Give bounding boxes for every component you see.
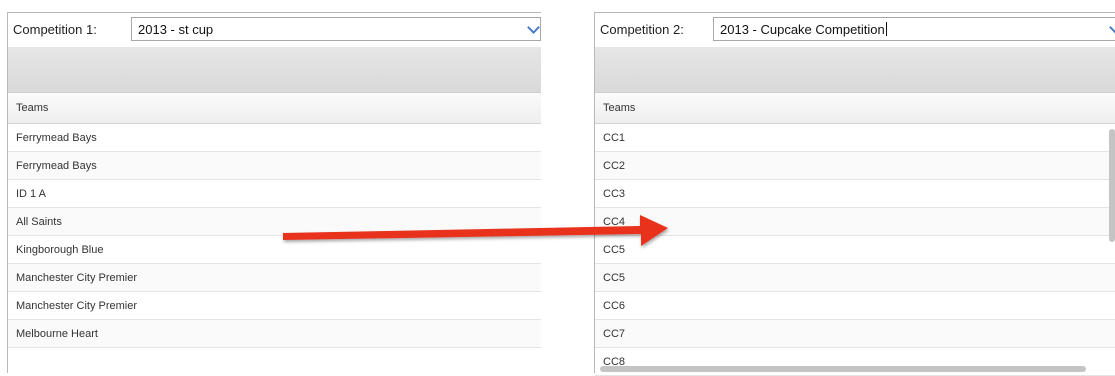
team-row[interactable]: CC2 <box>595 152 1115 180</box>
team-name: Ferrymead Bays <box>16 160 97 172</box>
competition-2-panel: Competition 2: 2013 - Cupcake Competitio… <box>594 12 1115 376</box>
text-cursor <box>885 22 887 36</box>
team-row[interactable]: CC1 <box>595 124 1115 152</box>
team-name: CC2 <box>603 160 626 172</box>
team-name: Kingborough Blue <box>16 244 104 256</box>
team-name: Manchester City Premier <box>16 300 138 312</box>
team-row[interactable]: CC5 <box>595 236 1115 264</box>
team-row[interactable]: Ferrymead Bays <box>8 124 541 152</box>
competition-1-panel: Competition 1: 2013 - st cup Teams Ferry… <box>7 12 541 373</box>
teams-header-label: Teams <box>603 102 636 114</box>
competition-2-label: Competition 2: <box>600 22 684 37</box>
competition-2-dropdown[interactable]: 2013 - Cupcake Competition <box>713 17 1115 41</box>
team-row[interactable]: CC4 <box>595 208 1115 236</box>
teams-column-header[interactable]: Teams <box>595 93 1115 124</box>
team-name: Manchester City Premier <box>16 272 138 284</box>
team-name: CC5 <box>603 244 626 256</box>
teams-list: CC1 CC2 CC3 CC4 CC5 CC5 CC6 CC7 CC8 <box>595 124 1115 376</box>
competition-1-selected-value: 2013 - st cup <box>138 22 214 37</box>
team-row[interactable]: Ferrymead Bays <box>8 152 541 180</box>
team-row[interactable]: CC6 <box>595 292 1115 320</box>
team-row[interactable]: All Saints <box>8 208 541 236</box>
toolbar-band <box>8 47 541 93</box>
team-name: Ferrymead Bays <box>16 132 97 144</box>
teams-header-label: Teams <box>16 102 49 114</box>
team-name: CC5 <box>603 272 626 284</box>
team-row[interactable]: Melbourne Heart <box>8 320 541 348</box>
competition-1-selector-row: Competition 1: 2013 - st cup <box>8 13 541 47</box>
team-name: CC1 <box>603 132 626 144</box>
team-name: Melbourne Heart <box>16 328 98 340</box>
team-name: CC7 <box>603 328 626 340</box>
chevron-down-icon[interactable] <box>1108 18 1115 40</box>
competition-1-label: Competition 1: <box>13 22 97 37</box>
team-row[interactable]: Kingborough Blue <box>8 236 541 264</box>
team-row[interactable]: CC7 <box>595 320 1115 348</box>
competition-2-selected-value: 2013 - Cupcake Competition <box>720 22 887 37</box>
team-name: CC3 <box>603 188 626 200</box>
team-name: All Saints <box>16 216 62 228</box>
team-name: CC6 <box>603 300 626 312</box>
team-row[interactable]: CC5 <box>595 264 1115 292</box>
competition-2-selector-row: Competition 2: 2013 - Cupcake Competitio… <box>595 13 1115 47</box>
team-name: ID 1 A <box>16 188 46 200</box>
competition-1-dropdown[interactable]: 2013 - st cup <box>131 17 541 41</box>
chevron-down-icon[interactable] <box>526 18 540 40</box>
team-name: CC4 <box>603 216 626 228</box>
toolbar-band <box>595 47 1115 93</box>
team-row[interactable]: CC3 <box>595 180 1115 208</box>
vertical-scrollbar[interactable] <box>1109 129 1115 242</box>
team-row[interactable]: Manchester City Premier <box>8 292 541 320</box>
team-row[interactable]: Manchester City Premier <box>8 264 541 292</box>
teams-column-header[interactable]: Teams <box>8 93 541 124</box>
team-row[interactable]: ID 1 A <box>8 180 541 208</box>
teams-list: Ferrymead Bays Ferrymead Bays ID 1 A All Sa… <box>8 124 541 348</box>
horizontal-scrollbar[interactable] <box>600 366 1086 372</box>
